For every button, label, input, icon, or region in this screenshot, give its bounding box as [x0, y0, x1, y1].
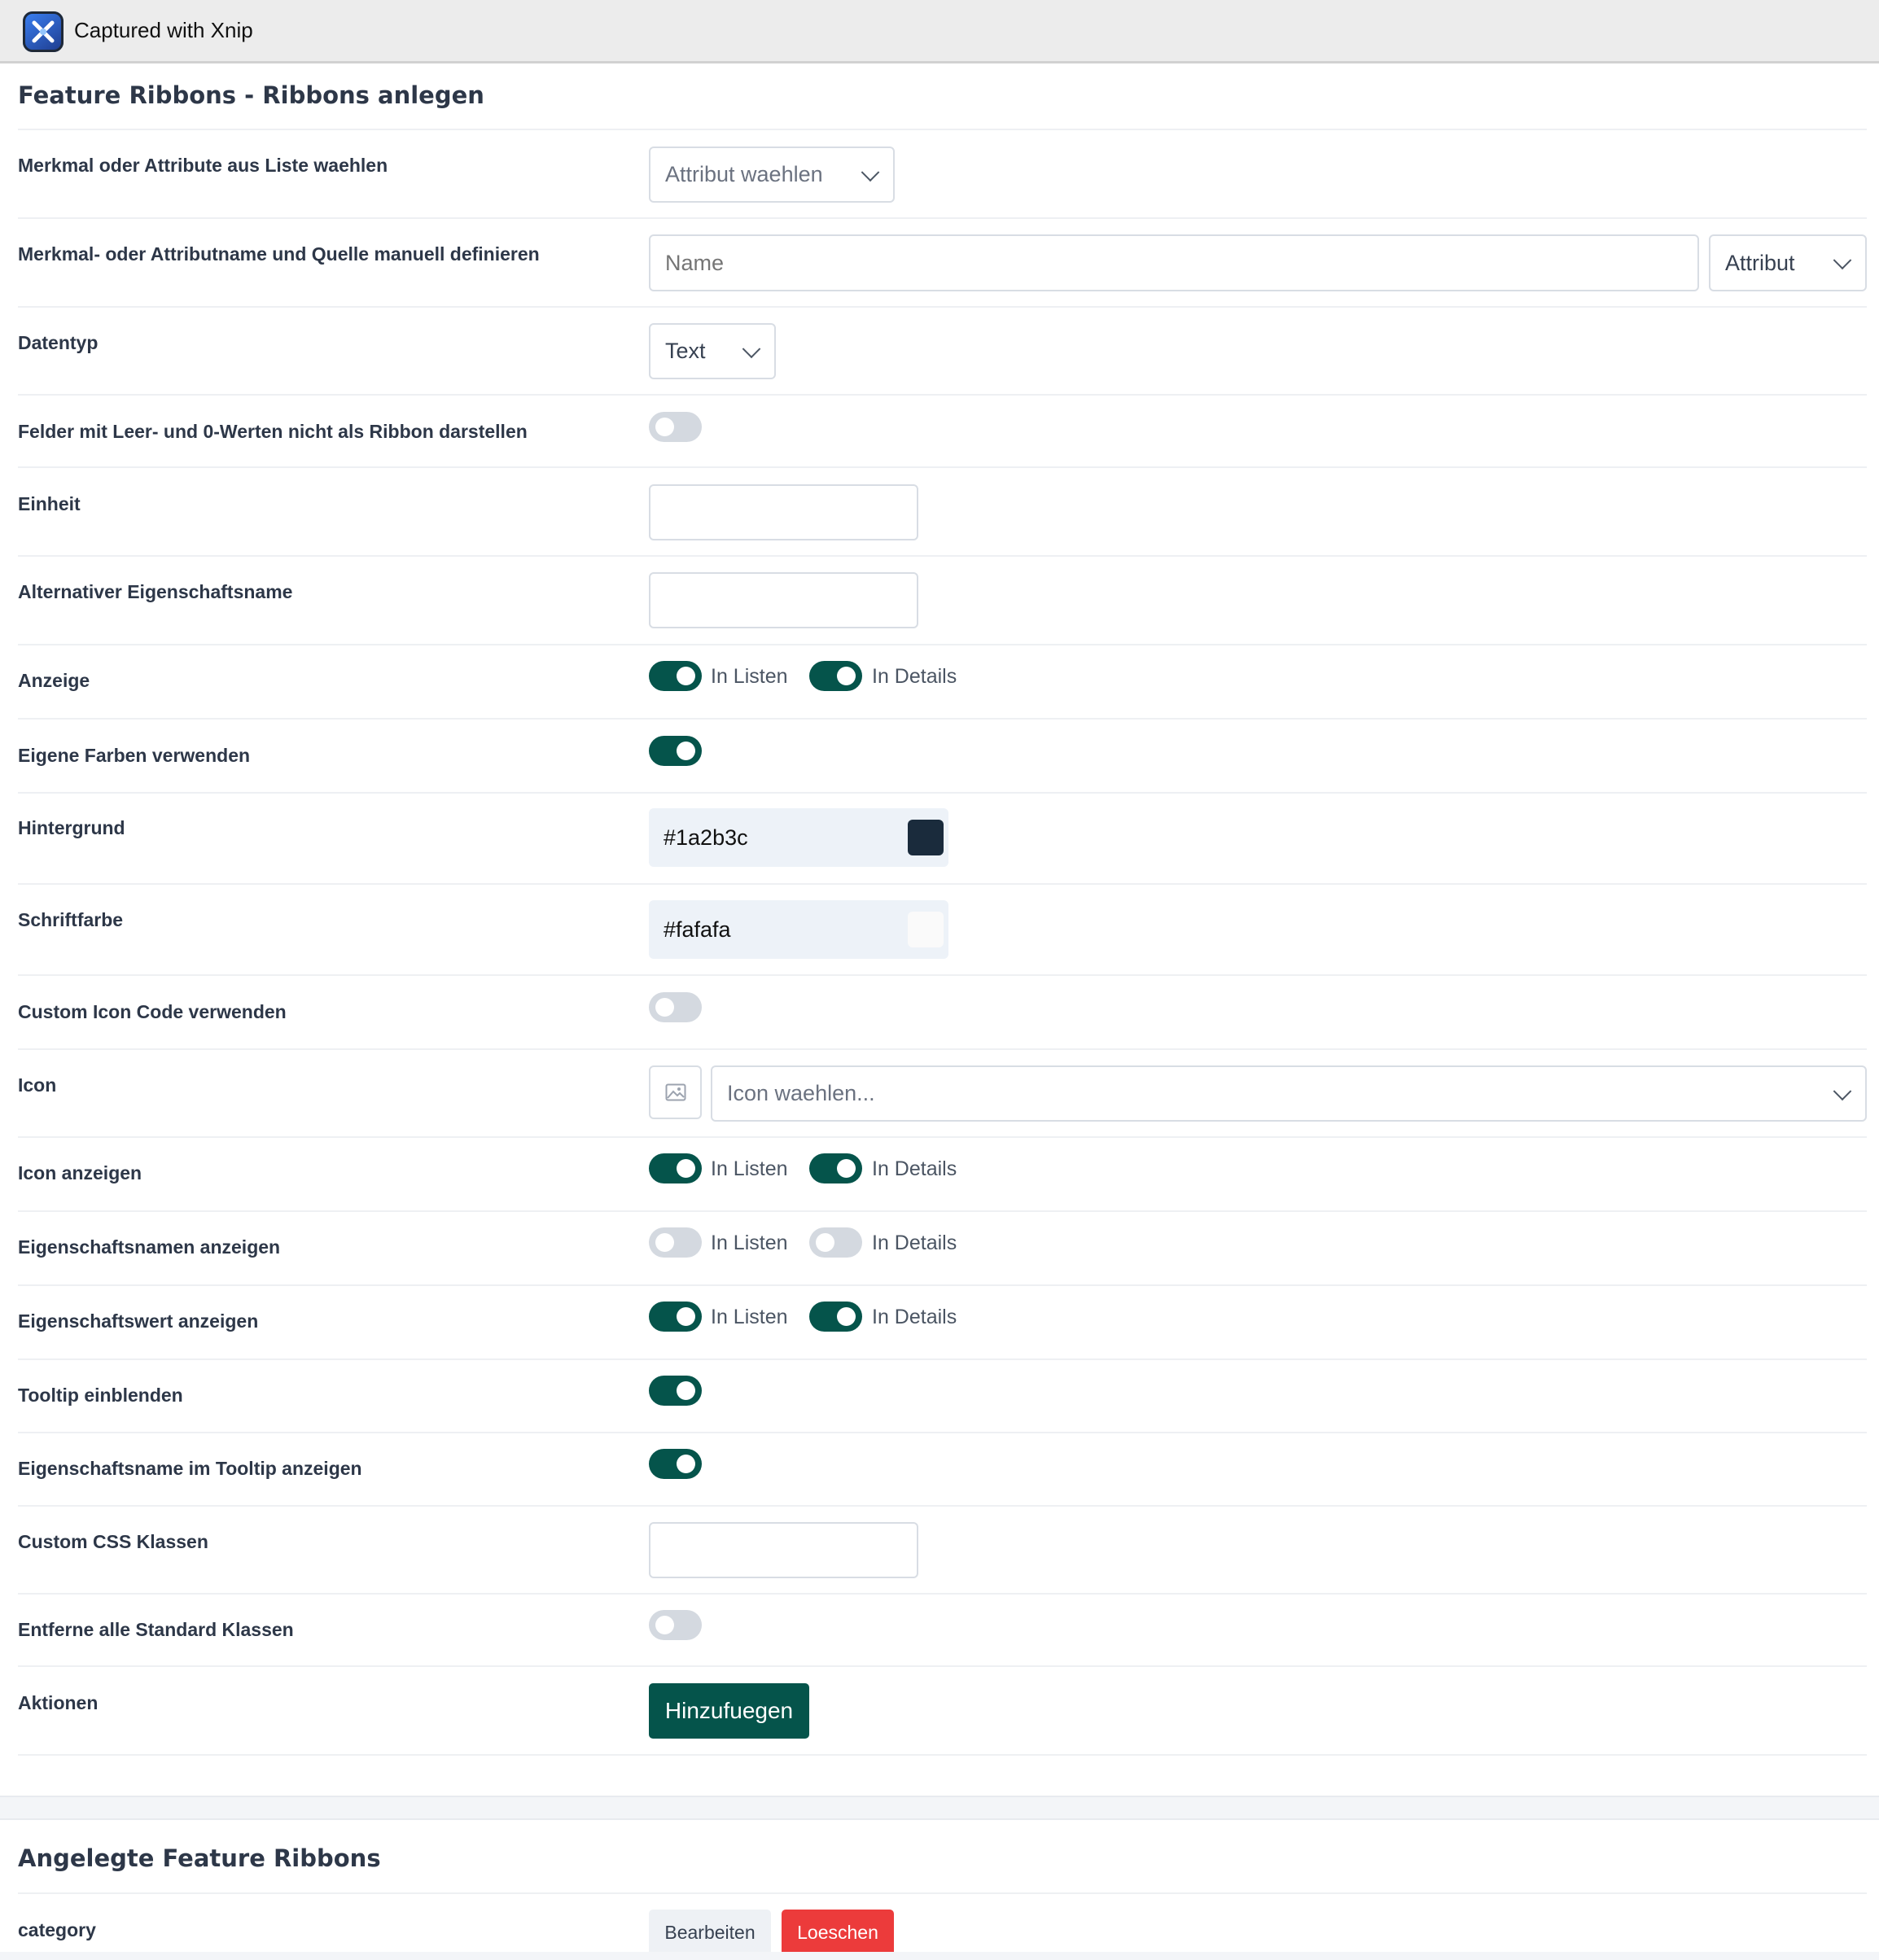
divider — [18, 883, 1867, 885]
prop-value-list-toggle[interactable] — [649, 1302, 702, 1332]
chevron-down-icon — [861, 162, 880, 182]
prop-names-list-label: In Listen — [711, 1232, 788, 1254]
divider — [18, 1665, 1867, 1667]
prop-value-label: Eigenschaftswert anzeigen — [18, 1310, 259, 1332]
created-title: Angelegte Feature Ribbons — [18, 1844, 381, 1872]
tooltip-label: Tooltip einblenden — [18, 1385, 183, 1406]
datatype-select[interactable]: Text — [649, 323, 776, 379]
chevron-down-icon — [1833, 1081, 1852, 1100]
background-color-value: #1a2b3c — [664, 825, 748, 850]
unit-input[interactable] — [649, 484, 918, 540]
display-list-label: In Listen — [711, 665, 788, 688]
divider — [18, 466, 1867, 468]
divider — [18, 217, 1867, 219]
display-list-toggle[interactable] — [649, 661, 702, 691]
divider — [18, 1358, 1867, 1360]
display-details-toggle[interactable] — [809, 661, 862, 691]
chevron-down-icon — [742, 339, 761, 358]
attribute-select-value: Attribut waehlen — [665, 162, 823, 186]
icon-show-details-toggle[interactable] — [809, 1153, 862, 1183]
custom-icon-toggle[interactable] — [649, 992, 702, 1022]
divider — [18, 1284, 1867, 1286]
unit-label: Einheit — [18, 493, 81, 514]
window-titlebar: Captured with Xnip — [0, 0, 1879, 63]
own-colors-label: Eigene Farben verwenden — [18, 745, 251, 766]
css-label: Custom CSS Klassen — [18, 1531, 208, 1552]
source-select[interactable]: Attribut — [1709, 234, 1867, 291]
divider — [18, 1754, 1867, 1756]
prop-value-details-label: In Details — [872, 1306, 957, 1328]
hide-empty-toggle[interactable] — [649, 412, 702, 442]
prop-names-list-toggle[interactable] — [649, 1227, 702, 1258]
display-label: Anzeige — [18, 670, 90, 691]
tooltip-name-toggle[interactable] — [649, 1449, 702, 1479]
icon-select-value: Icon waehlen... — [727, 1081, 875, 1105]
divider — [18, 1136, 1867, 1138]
background-swatch[interactable] — [908, 820, 944, 855]
image-placeholder-icon — [665, 1083, 685, 1101]
form-title: Feature Ribbons - Ribbons anlegen — [18, 81, 484, 109]
css-classes-input[interactable] — [649, 1522, 918, 1578]
divider — [18, 1593, 1867, 1595]
tooltip-toggle[interactable] — [649, 1376, 702, 1406]
name-input[interactable] — [649, 234, 1699, 291]
background-label: Hintergrund — [18, 817, 125, 838]
bottom-strip — [0, 1952, 1879, 1960]
hide-empty-label: Felder mit Leer- und 0-Werten nicht als … — [18, 421, 528, 442]
font-color-field[interactable]: #fafafa — [649, 900, 948, 959]
divider — [18, 394, 1867, 396]
divider — [18, 1892, 1867, 1894]
attribute-select[interactable]: Attribut waehlen — [649, 147, 895, 203]
icon-select[interactable]: Icon waehlen... — [711, 1065, 1867, 1122]
icon-show-list-label: In Listen — [711, 1157, 788, 1180]
ribbon-item-name: category — [18, 1919, 96, 1940]
source-select-value: Attribut — [1725, 250, 1795, 275]
manual-label: Merkmal- oder Attributname und Quelle ma… — [18, 243, 540, 265]
icon-show-list-toggle[interactable] — [649, 1153, 702, 1183]
font-color-swatch[interactable] — [908, 912, 944, 947]
remove-std-label: Entferne alle Standard Klassen — [18, 1619, 294, 1640]
divider — [18, 1048, 1867, 1050]
prop-value-list-label: In Listen — [711, 1306, 788, 1328]
icon-preview[interactable] — [649, 1065, 702, 1119]
own-colors-toggle[interactable] — [649, 736, 702, 766]
prop-names-label: Eigenschaftsnamen anzeigen — [18, 1236, 281, 1258]
divider — [18, 792, 1867, 794]
alt-name-input[interactable] — [649, 572, 918, 628]
prop-value-details-toggle[interactable] — [809, 1302, 862, 1332]
actions-label: Aktionen — [18, 1692, 99, 1713]
icon-label: Icon — [18, 1074, 57, 1096]
divider — [18, 129, 1867, 130]
divider — [18, 644, 1867, 645]
datatype-label: Datentyp — [18, 332, 99, 353]
prop-names-details-label: In Details — [872, 1232, 957, 1254]
divider — [18, 1210, 1867, 1212]
icon-show-label: Icon anzeigen — [18, 1162, 142, 1183]
display-details-label: In Details — [872, 665, 957, 688]
xnip-app-icon — [23, 11, 64, 52]
window-title: Captured with Xnip — [74, 18, 253, 42]
divider — [18, 1432, 1867, 1433]
alt-name-label: Alternativer Eigenschaftsname — [18, 581, 293, 602]
prop-names-details-toggle[interactable] — [809, 1227, 862, 1258]
divider — [18, 718, 1867, 720]
divider — [18, 555, 1867, 557]
delete-button[interactable]: Loeschen — [782, 1910, 894, 1956]
custom-icon-label: Custom Icon Code verwenden — [18, 1001, 287, 1022]
datatype-select-value: Text — [665, 339, 706, 363]
edit-button[interactable]: Bearbeiten — [649, 1910, 771, 1956]
font-color-label: Schriftfarbe — [18, 909, 124, 930]
divider — [18, 1505, 1867, 1507]
add-button[interactable]: Hinzufuegen — [649, 1683, 809, 1739]
chevron-down-icon — [1833, 251, 1852, 270]
section-separator — [0, 1796, 1879, 1820]
divider — [18, 974, 1867, 976]
background-color-field[interactable]: #1a2b3c — [649, 808, 948, 867]
attr-select-label: Merkmal oder Attribute aus Liste waehlen — [18, 155, 388, 176]
tooltip-name-label: Eigenschaftsname im Tooltip anzeigen — [18, 1458, 362, 1479]
font-color-value: #fafafa — [664, 917, 731, 942]
remove-std-toggle[interactable] — [649, 1610, 702, 1640]
icon-show-details-label: In Details — [872, 1157, 957, 1180]
divider — [18, 306, 1867, 308]
